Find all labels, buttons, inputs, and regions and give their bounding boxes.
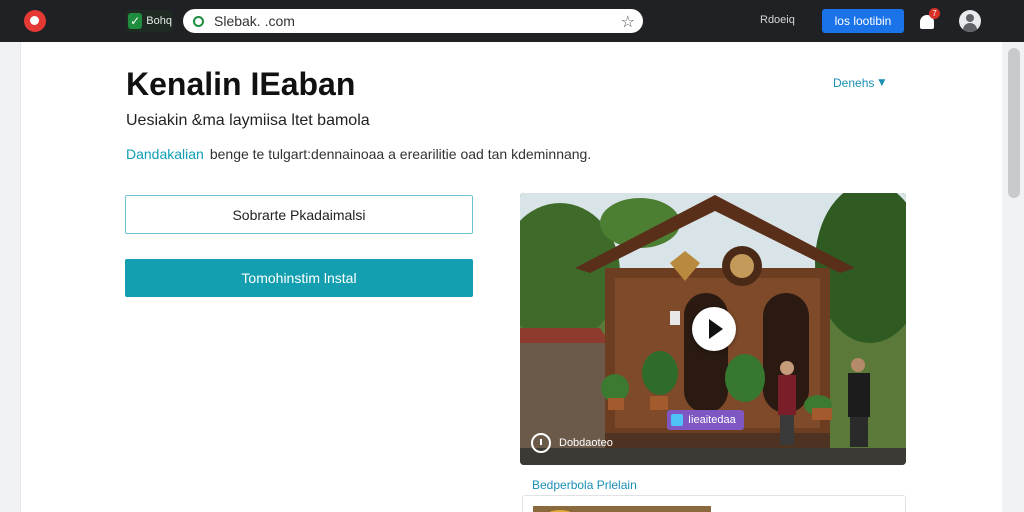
language-label: Denehs: [833, 76, 875, 90]
video-tag: Iieaitedaa: [667, 410, 744, 430]
account-text[interactable]: Rdoeiq: [760, 14, 795, 26]
preview-thumbnail: [533, 506, 711, 512]
scrollbar[interactable]: [1004, 42, 1024, 512]
app-logo-icon[interactable]: [24, 10, 46, 32]
primary-button[interactable]: Tomohinstim lnstal: [125, 259, 473, 297]
lock-icon: [193, 15, 204, 27]
extension-label: Bohq: [146, 15, 172, 27]
info-icon: [531, 433, 551, 453]
browser-topbar: ✓ Bohq Slebak. .com ☆ Rdoeiq los lootibi…: [0, 0, 1024, 42]
related-preview-card[interactable]: [522, 495, 906, 512]
tag-icon: [671, 414, 683, 426]
avatar[interactable]: [959, 10, 981, 32]
secondary-button[interactable]: Sobrarte Pkadaimalsi: [125, 195, 473, 234]
check-icon: ✓: [128, 13, 143, 29]
scrollbar-thumb[interactable]: [1008, 48, 1020, 198]
extension-badge[interactable]: ✓ Bohq: [126, 10, 172, 32]
video-caption-text: Dobdaoteo: [559, 437, 613, 449]
language-dropdown[interactable]: Denehs ▼: [833, 76, 885, 90]
chevron-down-icon: ▼: [878, 78, 886, 88]
notifications-button[interactable]: 7: [919, 8, 940, 31]
url-text[interactable]: Slebak. .com: [214, 13, 621, 29]
page-content: Kenalin IEaban Denehs ▼ Uesiakin &ma lay…: [20, 42, 1002, 512]
play-icon[interactable]: [692, 307, 736, 351]
related-section-label[interactable]: Bedperbola Prlelain: [532, 478, 637, 492]
description-link[interactable]: Dandakalian: [126, 146, 204, 162]
description-text: benge te tulgart:dennainoaa a ereariliti…: [209, 146, 592, 162]
video-caption: Dobdaoteo: [531, 433, 613, 453]
video-tag-label: Iieaitedaa: [688, 414, 736, 426]
notification-badge: 7: [929, 8, 940, 19]
address-bar[interactable]: Slebak. .com ☆: [183, 9, 643, 33]
page-title: Kenalin IEaban: [126, 66, 356, 102]
star-icon[interactable]: ☆: [621, 12, 635, 31]
video-player[interactable]: Iieaitedaa Dobdaoteo: [520, 193, 906, 465]
page-description: Dandakalian benge te tulgart:dennainoaa a…: [126, 146, 591, 162]
header-cta-button[interactable]: los lootibin: [822, 9, 904, 33]
page-subtitle: Uesiakin &ma laymiisa ltet bamola: [126, 112, 370, 129]
